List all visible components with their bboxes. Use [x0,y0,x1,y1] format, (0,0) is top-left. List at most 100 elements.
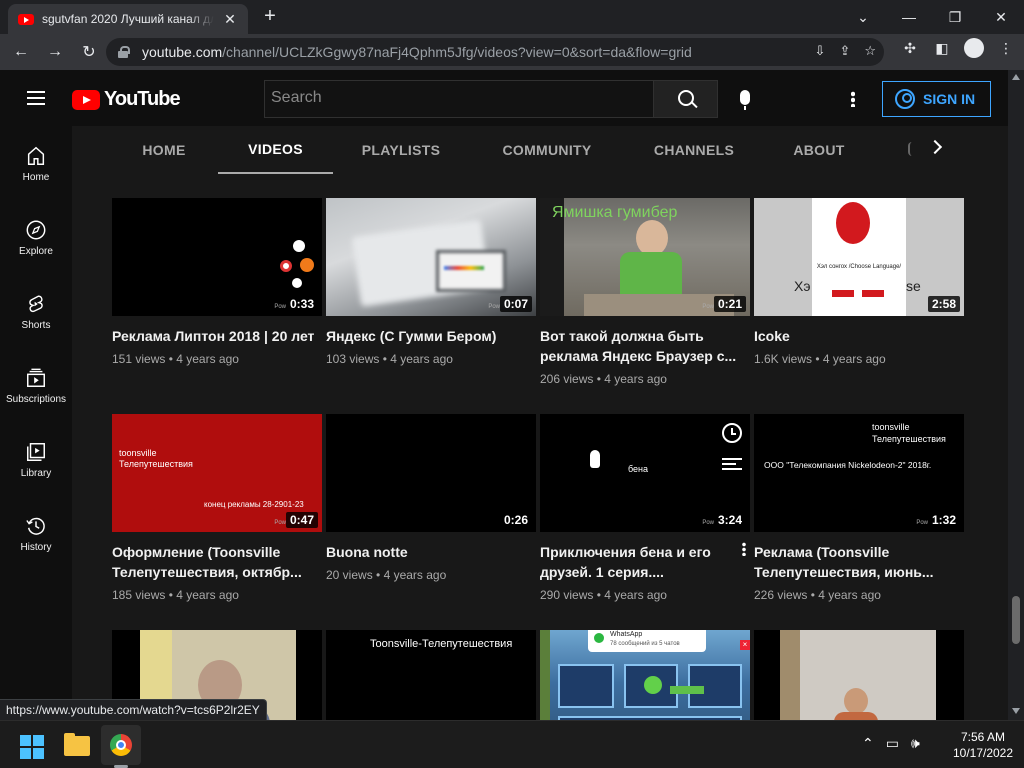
video-thumbnail[interactable]: toonsville Телепутешествия конец рекламы… [112,414,322,532]
video-card[interactable] [754,630,964,720]
tab-title: sgutvfan 2020 Лучший канал для [42,12,214,26]
chrome-taskbar-button[interactable] [101,725,141,765]
video-thumbnail[interactable]: toonsville Телепутешествия ООО "Телекомп… [754,414,964,532]
voice-search-mic-icon[interactable] [740,90,750,110]
duration-badge: 2:58 [927,296,960,312]
thumb-overlay-text: конец рекламы 28-2901-23 [204,500,304,509]
tab-community[interactable]: COMMUNITY [490,126,604,174]
sign-in-button[interactable]: SIGN IN [882,81,991,117]
page-scrollbar[interactable] [1008,70,1024,720]
guide-item-subscriptions[interactable]: Subscriptions [0,356,72,426]
close-window-button[interactable]: ✕ [978,9,1024,26]
watch-later-clock-icon[interactable] [722,423,742,443]
address-bar[interactable]: youtube.com/channel/UCLZkGgwy87naFj4Qphm… [106,38,884,66]
windows-taskbar: ⌃ ▭ 🕪 7:56 AM 10/17/2022 [0,720,1024,768]
scroll-thumb[interactable] [1012,596,1020,644]
video-thumbnail[interactable]: Ямишка гумибер Pow 0:21 [540,198,750,316]
install-icon[interactable]: ⇩ [815,43,826,59]
video-thumbnail[interactable]: WhatsApp 78 сообщений из 5 чатов × [540,630,750,720]
lock-icon[interactable] [118,46,130,58]
reload-button[interactable]: ↻ [72,42,106,62]
guide-item-shorts[interactable]: Shorts [0,282,72,352]
video-card[interactable]: Toonsville-Телепутешествия [326,630,536,720]
video-card[interactable]: Pow 0:33 Реклама Липтон 2018 | 20 лет 15… [112,198,322,366]
tab-search-icon[interactable]: ⌄ [840,9,886,26]
profile-avatar-icon[interactable] [964,38,984,58]
tab-about[interactable]: ABOUT [782,126,856,174]
guide-item-history[interactable]: History [0,504,72,574]
settings-kebab-icon[interactable] [851,91,855,107]
video-card[interactable]: toonsville Телепутешествия конец рекламы… [112,414,322,602]
forward-button[interactable]: → [38,43,72,61]
thumb-overlay-text: ООО "Телекомпания Nickelodeon-2" 2018г. [764,460,932,470]
video-thumbnail[interactable]: Toonsville-Телепутешествия [326,630,536,720]
scroll-up-arrow-icon[interactable] [1012,74,1020,80]
browser-tab[interactable]: sgutvfan 2020 Лучший канал для ✕ [8,4,248,34]
video-title[interactable]: Icoke [754,326,964,346]
new-tab-button[interactable]: + [260,6,280,26]
back-button[interactable]: ← [4,43,38,61]
tab-channels[interactable]: CHANNELS [644,126,744,174]
video-thumbnail[interactable]: 0:26 [326,414,536,532]
tray-overflow-chevron-icon[interactable]: ⌃ [862,735,874,752]
extensions-puzzle-icon[interactable]: ✣ [900,38,920,58]
search-input[interactable]: Search [264,80,654,118]
hamburger-menu-icon[interactable] [27,91,45,105]
file-explorer-icon[interactable] [64,733,90,756]
video-thumbnail[interactable]: Хэл сонгох /Choose Language/ Хэ se 2:58 [754,198,964,316]
video-card[interactable]: Pow 0:07 Яндекс (С Гумми Бером) 103 view… [326,198,536,366]
thumb-overlay-text: Телепутешествия [872,434,946,444]
video-title[interactable]: Реклама (Toonsville Телепутешествия, июн… [754,542,964,582]
video-thumbnail[interactable]: Pow 0:07 [326,198,536,316]
add-to-queue-icon[interactable] [722,458,742,470]
minimize-button[interactable]: — [886,9,932,25]
chrome-menu-icon[interactable]: ⋮ [996,38,1016,58]
url-path: /channel/UCLZkGgwy87naFj4Qphm5Jfg/videos… [222,44,692,60]
network-icon[interactable]: ▭ [886,735,899,752]
video-title[interactable]: Оформление (Toonsville Телепутешествия, … [112,542,322,582]
youtube-favicon-icon [18,13,34,25]
guide-item-explore[interactable]: Explore [0,208,72,278]
taskbar-clock[interactable]: 7:56 AM 10/17/2022 [948,729,1018,761]
video-thumbnail[interactable] [754,630,964,720]
tab-home[interactable]: HOME [128,126,200,174]
tab-playlists[interactable]: PLAYLISTS [350,126,452,174]
close-tab-icon[interactable]: ✕ [222,11,238,28]
search-button[interactable] [654,80,718,118]
guide-label: Library [20,468,52,479]
video-title[interactable]: Buona notte [326,542,536,562]
video-title[interactable]: Приключения бена и его друзей. 1 серия..… [540,542,750,582]
video-card[interactable]: бена Pow 3:24 Приключения бена и его дру… [540,414,750,602]
video-thumbnail[interactable]: бена Pow 3:24 [540,414,750,532]
youtube-logo[interactable]: YouTube [72,88,181,111]
windows-start-icon[interactable] [20,735,44,759]
coca-cola-logo-icon [836,202,870,244]
share-icon[interactable]: ⇪ [839,43,850,59]
guide-label: Home [22,172,50,183]
video-title[interactable]: Яндекс (С Гумми Бером) [326,326,536,346]
subscriptions-icon [24,366,48,390]
video-title[interactable]: Реклама Липтон 2018 | 20 лет [112,326,322,346]
video-card[interactable]: 0:26 Buona notte 20 views • 4 years ago [326,414,536,582]
side-panel-icon[interactable]: ◧ [932,38,952,58]
duration-badge: 0:26 [499,512,532,528]
tab-videos[interactable]: VIDEOS [218,126,333,174]
video-action-menu-icon[interactable] [742,542,746,556]
video-card[interactable]: Ямишка гумибер Pow 0:21 Вот такой должна… [540,198,750,386]
restore-button[interactable]: ❐ [932,9,978,26]
guide-item-home[interactable]: Home [0,134,72,204]
guide-item-library[interactable]: Library [0,430,72,500]
duration-badge: 0:33 [285,296,318,312]
video-card[interactable]: toonsville Телепутешествия ООО "Телекомп… [754,414,964,602]
video-title[interactable]: Вот такой должна быть реклама Яндекс Бра… [540,326,750,366]
notification-app: WhatsApp [610,631,643,638]
video-meta: 226 views • 4 years ago [754,588,881,602]
volume-icon[interactable]: 🕪 [911,735,920,752]
video-card[interactable]: Хэл сонгох /Choose Language/ Хэ se 2:58 … [754,198,964,366]
thumb-lang-button [832,290,854,297]
video-card[interactable]: WhatsApp 78 сообщений из 5 чатов × [540,630,750,720]
scroll-down-arrow-icon[interactable] [1012,708,1020,714]
bookmark-star-icon[interactable]: ☆ [864,43,876,59]
thumb-child-face [636,220,668,256]
video-thumbnail[interactable]: Pow 0:33 [112,198,322,316]
